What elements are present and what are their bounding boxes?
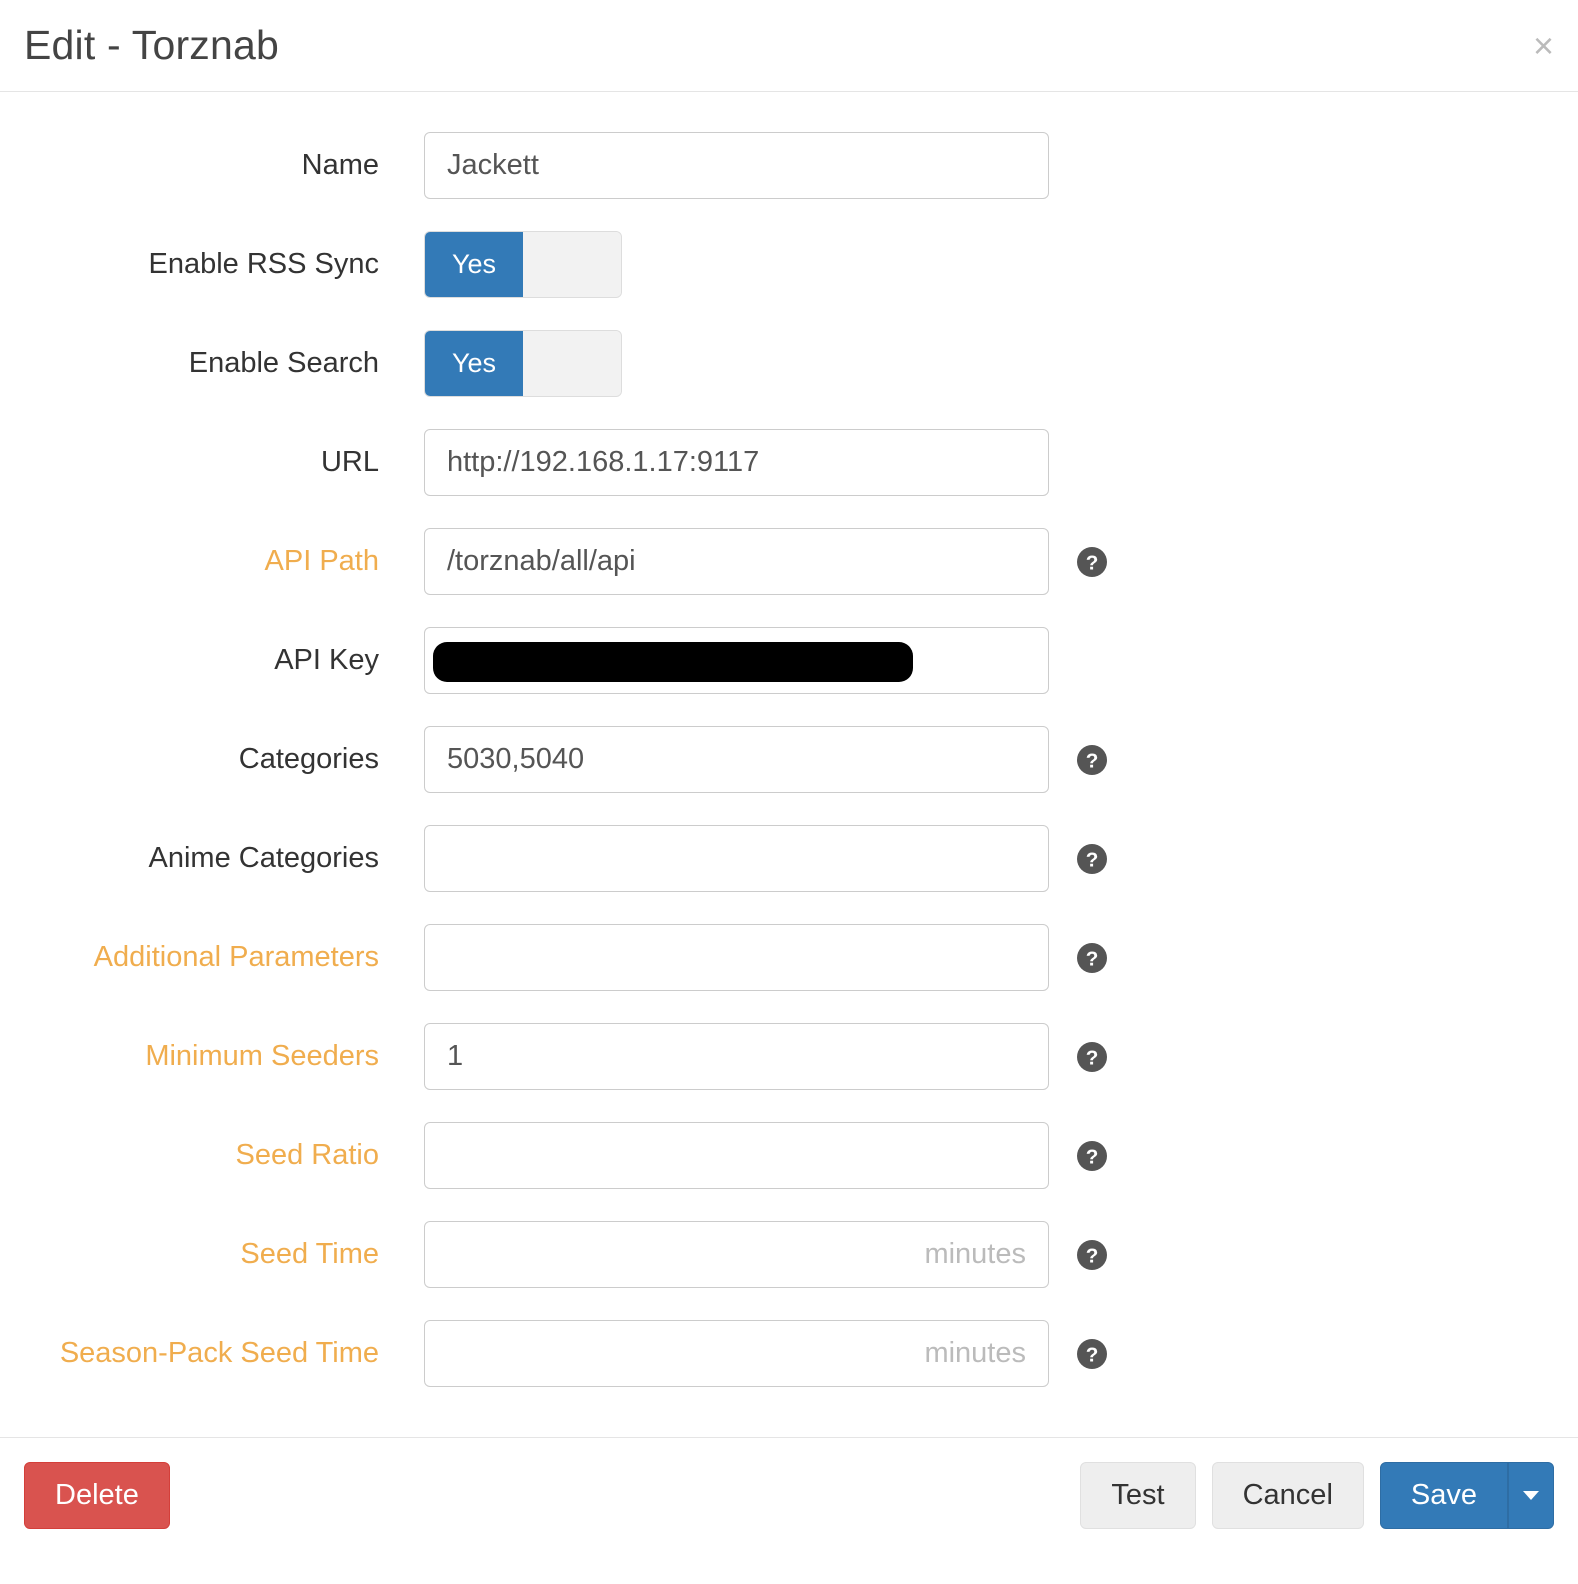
svg-text:?: ? <box>1086 1244 1099 1267</box>
row-categories: Categories ? <box>24 726 1554 793</box>
save-button-group: Save <box>1380 1462 1554 1529</box>
svg-text:?: ? <box>1086 947 1099 970</box>
modal-footer: Delete Test Cancel Save <box>0 1437 1578 1553</box>
api-key-redacted <box>433 642 913 682</box>
modal-header: Edit - Torznab × <box>0 0 1578 92</box>
season-pack-seed-time-input[interactable] <box>424 1320 1049 1387</box>
enable-search-toggle[interactable]: Yes <box>424 330 622 397</box>
url-input[interactable] <box>424 429 1049 496</box>
label-minimum-seeders: Minimum Seeders <box>24 1039 424 1074</box>
row-api-key: API Key <box>24 627 1554 694</box>
row-url: URL <box>24 429 1554 496</box>
row-enable-rss: Enable RSS Sync Yes <box>24 231 1554 298</box>
svg-text:?: ? <box>1086 1343 1099 1366</box>
svg-text:?: ? <box>1086 1046 1099 1069</box>
minimum-seeders-input[interactable] <box>424 1023 1049 1090</box>
modal-title: Edit - Torznab <box>24 22 279 69</box>
api-key-input[interactable] <box>424 627 1049 694</box>
api-path-input[interactable] <box>424 528 1049 595</box>
row-season-pack-seed-time: Season-Pack Seed Time ? <box>24 1320 1554 1387</box>
svg-text:?: ? <box>1086 848 1099 871</box>
help-icon[interactable]: ? <box>1049 943 1119 973</box>
toggle-empty <box>523 232 621 297</box>
row-name: Name <box>24 132 1554 199</box>
categories-input[interactable] <box>424 726 1049 793</box>
close-icon[interactable]: × <box>1533 28 1554 64</box>
toggle-yes: Yes <box>425 331 523 396</box>
row-api-path: API Path ? <box>24 528 1554 595</box>
row-additional-parameters: Additional Parameters ? <box>24 924 1554 991</box>
anime-categories-input[interactable] <box>424 825 1049 892</box>
row-seed-ratio: Seed Ratio ? <box>24 1122 1554 1189</box>
help-icon[interactable]: ? <box>1049 844 1119 874</box>
row-enable-search: Enable Search Yes <box>24 330 1554 397</box>
help-icon[interactable]: ? <box>1049 745 1119 775</box>
modal-body: Name Enable RSS Sync Yes Enable Search Y <box>0 92 1578 1437</box>
label-additional-parameters: Additional Parameters <box>24 940 424 975</box>
label-enable-search: Enable Search <box>24 346 424 381</box>
toggle-empty <box>523 331 621 396</box>
label-api-path: API Path <box>24 544 424 579</box>
test-button[interactable]: Test <box>1080 1462 1195 1529</box>
row-seed-time: Seed Time ? <box>24 1221 1554 1288</box>
help-icon[interactable]: ? <box>1049 1141 1119 1171</box>
help-icon[interactable]: ? <box>1049 1042 1119 1072</box>
additional-parameters-input[interactable] <box>424 924 1049 991</box>
label-name: Name <box>24 148 424 183</box>
help-icon[interactable]: ? <box>1049 1339 1119 1369</box>
row-anime-categories: Anime Categories ? <box>24 825 1554 892</box>
help-icon[interactable]: ? <box>1049 547 1119 577</box>
caret-down-icon <box>1523 1491 1539 1500</box>
label-anime-categories: Anime Categories <box>24 841 424 876</box>
name-input[interactable] <box>424 132 1049 199</box>
toggle-yes: Yes <box>425 232 523 297</box>
save-button[interactable]: Save <box>1380 1462 1508 1529</box>
label-seed-time: Seed Time <box>24 1237 424 1272</box>
edit-indexer-modal: Edit - Torznab × Name Enable RSS Sync Ye… <box>0 0 1578 1553</box>
label-api-key: API Key <box>24 643 424 678</box>
delete-button[interactable]: Delete <box>24 1462 170 1529</box>
svg-text:?: ? <box>1086 1145 1099 1168</box>
label-season-pack-seed-time: Season-Pack Seed Time <box>24 1336 424 1371</box>
seed-ratio-input[interactable] <box>424 1122 1049 1189</box>
save-dropdown-toggle[interactable] <box>1508 1462 1554 1529</box>
label-seed-ratio: Seed Ratio <box>24 1138 424 1173</box>
label-url: URL <box>24 445 424 480</box>
svg-text:?: ? <box>1086 551 1099 574</box>
svg-text:?: ? <box>1086 749 1099 772</box>
seed-time-input[interactable] <box>424 1221 1049 1288</box>
row-minimum-seeders: Minimum Seeders ? <box>24 1023 1554 1090</box>
label-categories: Categories <box>24 742 424 777</box>
enable-rss-toggle[interactable]: Yes <box>424 231 622 298</box>
label-enable-rss: Enable RSS Sync <box>24 247 424 282</box>
cancel-button[interactable]: Cancel <box>1212 1462 1364 1529</box>
help-icon[interactable]: ? <box>1049 1240 1119 1270</box>
